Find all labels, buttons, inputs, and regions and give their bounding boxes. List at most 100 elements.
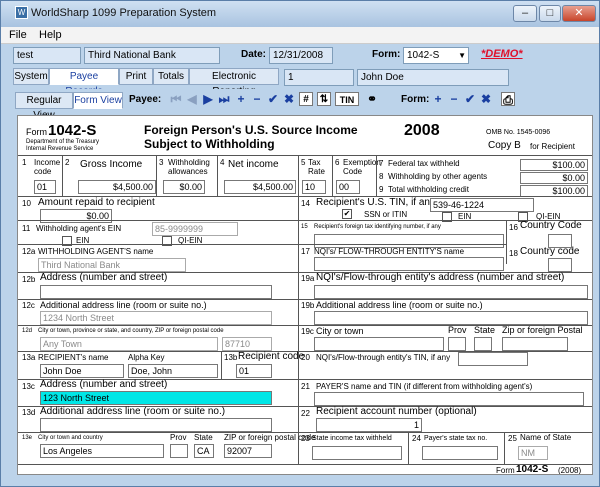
federal-tax-withheld-field[interactable]: $100.00 xyxy=(520,159,588,171)
last-record-icon[interactable]: ⏭ xyxy=(217,92,231,106)
net-income-field[interactable]: $4,500.00 xyxy=(224,180,296,194)
recipient-zip-field[interactable]: 92007 xyxy=(224,444,272,458)
printer-icon[interactable]: ⎙ xyxy=(501,92,515,107)
recipient-name-field[interactable]: John Doe xyxy=(40,364,124,378)
company-id-field[interactable]: test xyxy=(13,47,81,64)
recipient-address-2-field[interactable] xyxy=(40,418,272,432)
box-19a-num: 19a xyxy=(301,274,315,283)
recipient-prov-field[interactable] xyxy=(170,444,188,458)
recipient-tin-field[interactable]: 539-46-1224 xyxy=(430,198,534,212)
recipient-state-field[interactable]: CA xyxy=(194,444,214,458)
agent-name-field[interactable]: Third National Bank xyxy=(38,258,186,272)
company-name-field[interactable]: Third National Bank xyxy=(84,47,220,64)
income-code-field[interactable]: 01 xyxy=(34,180,56,194)
form-delete-icon[interactable]: − xyxy=(447,92,461,106)
nqi-city-field[interactable] xyxy=(314,337,444,351)
state-tax-withheld-field[interactable] xyxy=(312,446,402,460)
date-field[interactable]: 12/31/2008 xyxy=(269,47,333,64)
nqi-address-2-field[interactable] xyxy=(314,311,588,325)
nqi-prov-field[interactable] xyxy=(448,337,466,351)
tab-totals[interactable]: Totals xyxy=(153,68,189,85)
menu-file[interactable]: File xyxy=(9,29,27,41)
agent-city-field[interactable]: Any Town xyxy=(40,337,218,351)
tab-system[interactable]: System xyxy=(13,68,49,85)
nqi-state-field[interactable] xyxy=(474,337,492,351)
binoculars-icon[interactable]: ⚭ xyxy=(365,92,379,106)
state-label-2: State xyxy=(194,433,213,442)
cancel-x-icon[interactable]: ✖ xyxy=(282,92,296,106)
sort-icon[interactable]: ⇅ xyxy=(317,92,331,106)
divider xyxy=(18,155,592,156)
tax-year: 2008 xyxy=(404,122,440,139)
tab-form-view[interactable]: Form View xyxy=(73,92,123,109)
date-label: Date: xyxy=(241,49,267,60)
nqi-name-field[interactable] xyxy=(314,257,504,271)
box-2-num: 2 xyxy=(65,158,70,167)
exemption-code-field[interactable]: 00 xyxy=(336,180,360,194)
recipient-code-field[interactable]: 01 xyxy=(236,364,272,378)
divider xyxy=(18,244,298,245)
tab-print[interactable]: Print xyxy=(119,68,153,85)
payer-name-tin-field[interactable] xyxy=(314,392,584,406)
add-icon[interactable]: + xyxy=(234,92,248,106)
foreign-tax-id-field[interactable] xyxy=(314,234,504,248)
box-13b-label: Recipient code xyxy=(238,351,305,362)
tax-rate-field[interactable]: 10 xyxy=(302,180,326,194)
recipient-account-field[interactable]: 1 xyxy=(316,418,422,432)
maximize-button[interactable]: □ xyxy=(539,5,561,22)
copy-b: Copy B xyxy=(488,140,521,151)
box-1-label: Income code xyxy=(34,158,61,176)
agent-zip-field[interactable]: 87710 xyxy=(222,337,272,351)
form-label: Form: xyxy=(372,49,401,60)
tab-payee-records[interactable]: Payee Records xyxy=(49,68,119,97)
form-cancel-icon[interactable]: ✖ xyxy=(479,92,493,106)
tab-electronic-reporting[interactable]: Electronic Reporting xyxy=(189,68,279,97)
prev-record-icon[interactable]: ◀ xyxy=(185,92,199,106)
agent-ein-field[interactable]: 85-9999999 xyxy=(152,222,238,236)
divider xyxy=(298,220,299,464)
close-button[interactable]: ✕ xyxy=(562,5,596,22)
form-add-icon[interactable]: + xyxy=(431,92,445,106)
first-record-icon[interactable]: ⏮ xyxy=(169,92,183,106)
box-13c-num: 13c xyxy=(22,382,35,391)
minimize-button[interactable]: – xyxy=(513,5,537,22)
state-name-field[interactable]: NM xyxy=(518,446,548,460)
form-select[interactable]: 1042-S ▼ xyxy=(403,47,469,64)
nqi-address-field[interactable] xyxy=(314,285,588,299)
menu-help[interactable]: Help xyxy=(39,29,62,41)
divider xyxy=(332,156,333,196)
box-3-label: Withholding allowances xyxy=(168,158,210,176)
box-12d-label: City or town, province or state, and cou… xyxy=(38,328,224,334)
box-16-num: 16 xyxy=(509,223,518,232)
form-word: Form xyxy=(26,127,47,137)
agent-address-field[interactable] xyxy=(40,285,272,299)
box-12c-num: 12c xyxy=(22,301,35,310)
recipient-address-field[interactable]: 123 North Street xyxy=(40,391,272,405)
tab-regular-view[interactable]: Regular View xyxy=(15,92,73,121)
recipient-city-field[interactable]: Los Angeles xyxy=(40,444,164,458)
tin-button[interactable]: TIN xyxy=(335,92,359,106)
divider xyxy=(504,432,505,464)
ssn-itin-checkbox[interactable]: ✔ xyxy=(342,209,352,219)
agent-address-2-field[interactable]: 1234 North Street xyxy=(40,311,272,325)
nqi-tin-field[interactable] xyxy=(458,352,528,366)
nqi-zip-field[interactable] xyxy=(502,337,568,351)
form-save-icon[interactable]: ✔ xyxy=(463,92,477,106)
record-number-field[interactable]: 1 xyxy=(284,69,354,86)
record-name-field[interactable]: John Doe xyxy=(357,69,509,86)
chevron-down-icon[interactable]: ▼ xyxy=(458,48,466,63)
box-11-label: Withholding agent's EIN xyxy=(36,224,122,233)
withholding-other-agents-field[interactable]: $0.00 xyxy=(520,172,588,184)
box-22-num: 22 xyxy=(301,409,310,418)
payer-state-tax-no-field[interactable] xyxy=(422,446,498,460)
alpha-key-field[interactable]: Doe, John xyxy=(128,364,218,378)
withholding-allowances-field[interactable]: $0.00 xyxy=(163,180,205,194)
save-check-icon[interactable]: ✔ xyxy=(266,92,280,106)
country-code-18-field[interactable] xyxy=(548,258,572,272)
prov-label: Prov xyxy=(448,325,467,335)
next-record-icon[interactable]: ▶ xyxy=(201,92,215,106)
box-3-num: 3 xyxy=(159,158,164,167)
gross-income-field[interactable]: $4,500.00 xyxy=(78,180,156,194)
delete-icon[interactable]: − xyxy=(250,92,264,106)
hash-button[interactable]: # xyxy=(299,92,313,106)
